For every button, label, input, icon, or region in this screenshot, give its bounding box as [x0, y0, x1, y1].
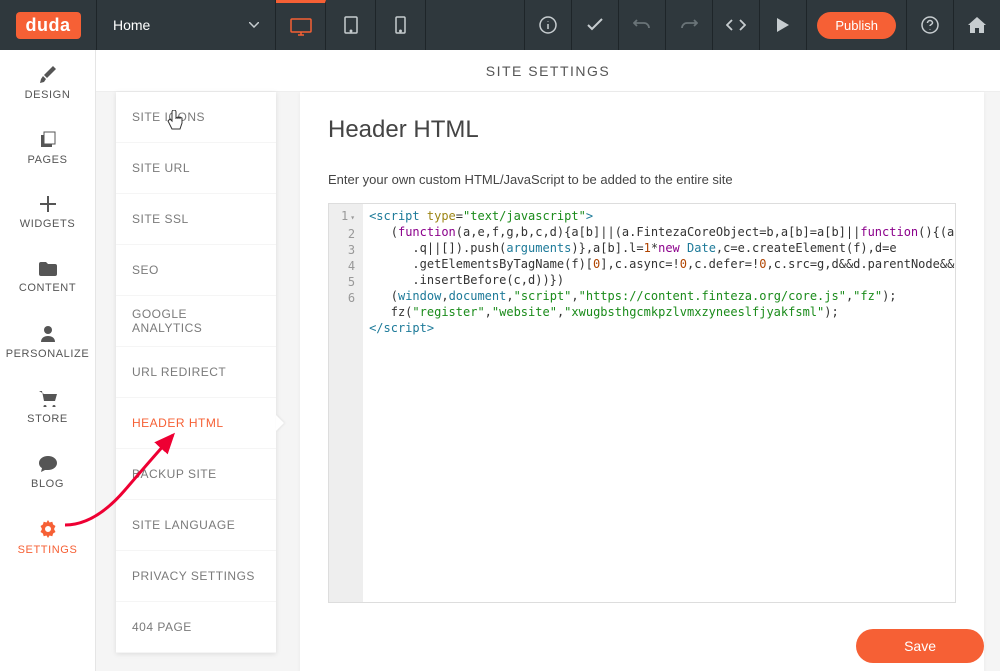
submenu-site-language[interactable]: SITE LANGUAGE — [116, 500, 276, 551]
save-button[interactable]: Save — [856, 629, 984, 663]
redo-icon — [680, 18, 698, 32]
undo-icon — [633, 18, 651, 32]
publish-button[interactable]: Publish — [817, 12, 896, 39]
content-description: Enter your own custom HTML/JavaScript to… — [328, 172, 956, 187]
tablet-icon — [344, 16, 358, 34]
preview-button[interactable] — [759, 0, 806, 50]
question-icon — [921, 16, 939, 34]
submenu-header-html[interactable]: HEADER HTML — [116, 398, 276, 449]
leftnav-store[interactable]: STORE — [0, 375, 95, 440]
check-button[interactable] — [571, 0, 618, 50]
submenu-privacy-settings[interactable]: PRIVACY SETTINGS — [116, 551, 276, 602]
leftnav-label: PAGES — [27, 154, 67, 166]
dev-mode-button[interactable] — [712, 0, 759, 50]
left-nav: DESIGN PAGES WIDGETS CONTENT PERSONALIZE… — [0, 50, 96, 671]
leftnav-content[interactable]: CONTENT — [0, 245, 95, 310]
plus-icon — [40, 196, 56, 212]
leftnav-label: STORE — [27, 413, 68, 425]
info-icon — [539, 16, 557, 34]
device-mobile-button[interactable] — [376, 0, 426, 50]
top-bar: duda Home Publish — [0, 0, 1000, 50]
leftnav-blog[interactable]: BLOG — [0, 440, 95, 505]
submenu-google-analytics[interactable]: GOOGLE ANALYTICS — [116, 296, 276, 347]
redo-button[interactable] — [665, 0, 712, 50]
brand-logo: duda — [0, 0, 96, 50]
submenu-url-redirect[interactable]: URL REDIRECT — [116, 347, 276, 398]
leftnav-label: PERSONALIZE — [6, 348, 90, 360]
leftnav-label: BLOG — [31, 478, 64, 490]
leftnav-label: SETTINGS — [18, 544, 78, 556]
leftnav-label: DESIGN — [25, 89, 71, 101]
person-icon — [41, 326, 55, 342]
home-icon — [968, 17, 986, 33]
help-button[interactable] — [906, 0, 953, 50]
publish-wrap: Publish — [806, 0, 906, 50]
content-heading: Header HTML — [328, 116, 956, 144]
undo-button[interactable] — [618, 0, 665, 50]
chat-icon — [39, 456, 57, 472]
leftnav-widgets[interactable]: WIDGETS — [0, 180, 95, 245]
leftnav-settings[interactable]: SETTINGS — [0, 505, 95, 570]
leftnav-personalize[interactable]: PERSONALIZE — [0, 310, 95, 375]
check-icon — [586, 18, 604, 32]
code-icon — [726, 18, 746, 32]
submenu-site-url[interactable]: SITE URL — [116, 143, 276, 194]
code-editor[interactable]: 1 2 3 4 5 6 <script type="text/javascrip… — [328, 203, 956, 603]
device-desktop-button[interactable] — [276, 0, 326, 50]
code-body[interactable]: <script type="text/javascript"> (functio… — [363, 204, 956, 602]
folder-icon — [39, 262, 57, 276]
pages-icon — [39, 130, 57, 148]
mobile-icon — [395, 16, 406, 34]
leftnav-pages[interactable]: PAGES — [0, 115, 95, 180]
section-dropdown-label: Home — [113, 17, 150, 33]
section-dropdown[interactable]: Home — [96, 0, 276, 50]
submenu-site-icons[interactable]: SITE ICONS — [116, 92, 276, 143]
gear-icon — [39, 520, 57, 538]
device-tablet-button[interactable] — [326, 0, 376, 50]
chevron-down-icon — [249, 22, 259, 28]
cart-icon — [39, 391, 57, 407]
settings-submenu: SITE ICONS SITE URL SITE SSL SEO GOOGLE … — [116, 92, 276, 653]
play-icon — [777, 18, 789, 32]
leftnav-design[interactable]: DESIGN — [0, 50, 95, 115]
submenu-seo[interactable]: SEO — [116, 245, 276, 296]
brand-logo-text: duda — [16, 12, 81, 39]
leftnav-label: WIDGETS — [20, 218, 76, 230]
brush-icon — [39, 65, 57, 83]
info-button[interactable] — [524, 0, 571, 50]
submenu-site-ssl[interactable]: SITE SSL — [116, 194, 276, 245]
code-gutter: 1 2 3 4 5 6 — [329, 204, 363, 602]
panel-header: SITE SETTINGS — [96, 50, 1000, 92]
submenu-backup-site[interactable]: BACKUP SITE — [116, 449, 276, 500]
panel-title: SITE SETTINGS — [486, 63, 611, 79]
content-panel: Header HTML Enter your own custom HTML/J… — [300, 92, 984, 671]
home-top-button[interactable] — [953, 0, 1000, 50]
submenu-404-page[interactable]: 404 PAGE — [116, 602, 276, 653]
desktop-icon — [290, 18, 312, 36]
leftnav-label: CONTENT — [19, 282, 76, 294]
